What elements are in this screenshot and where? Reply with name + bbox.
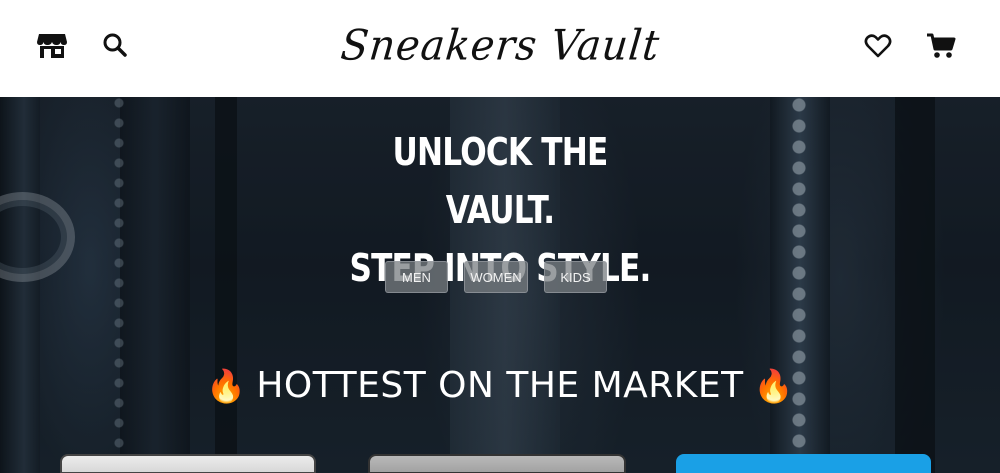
header-left-icons <box>36 30 128 60</box>
men-button[interactable]: MEN <box>385 261 448 293</box>
product-card[interactable] <box>676 454 931 473</box>
brand-name: Sneakers Vault <box>338 21 662 71</box>
product-card[interactable] <box>60 454 316 473</box>
flame-icon: 🔥 <box>206 366 247 405</box>
women-button[interactable]: WOMEN <box>464 261 528 293</box>
hero-banner: UNLOCK THE VAULT. STEP INTO STYLE. MEN W… <box>0 97 1000 473</box>
product-cards-row <box>0 454 1000 473</box>
brand-logo[interactable]: Sneakers Vault <box>338 14 661 78</box>
hottest-title-text: HOTTEST ON THE MARKET <box>256 365 744 406</box>
cart-icon[interactable] <box>926 32 956 60</box>
category-buttons: MEN WOMEN KIDS <box>385 261 607 293</box>
kids-button[interactable]: KIDS <box>544 261 607 293</box>
store-icon[interactable] <box>36 30 68 60</box>
hottest-section-title: 🔥 HOTTEST ON THE MARKET 🔥 <box>0 365 1000 406</box>
flame-icon: 🔥 <box>753 366 794 405</box>
site-header: Sneakers Vault <box>0 0 1000 97</box>
heart-icon[interactable] <box>864 33 892 59</box>
search-icon[interactable] <box>102 32 128 58</box>
hero-headline-line1: UNLOCK THE VAULT. <box>392 130 609 232</box>
header-right-icons <box>864 32 956 60</box>
product-card[interactable] <box>368 454 626 473</box>
